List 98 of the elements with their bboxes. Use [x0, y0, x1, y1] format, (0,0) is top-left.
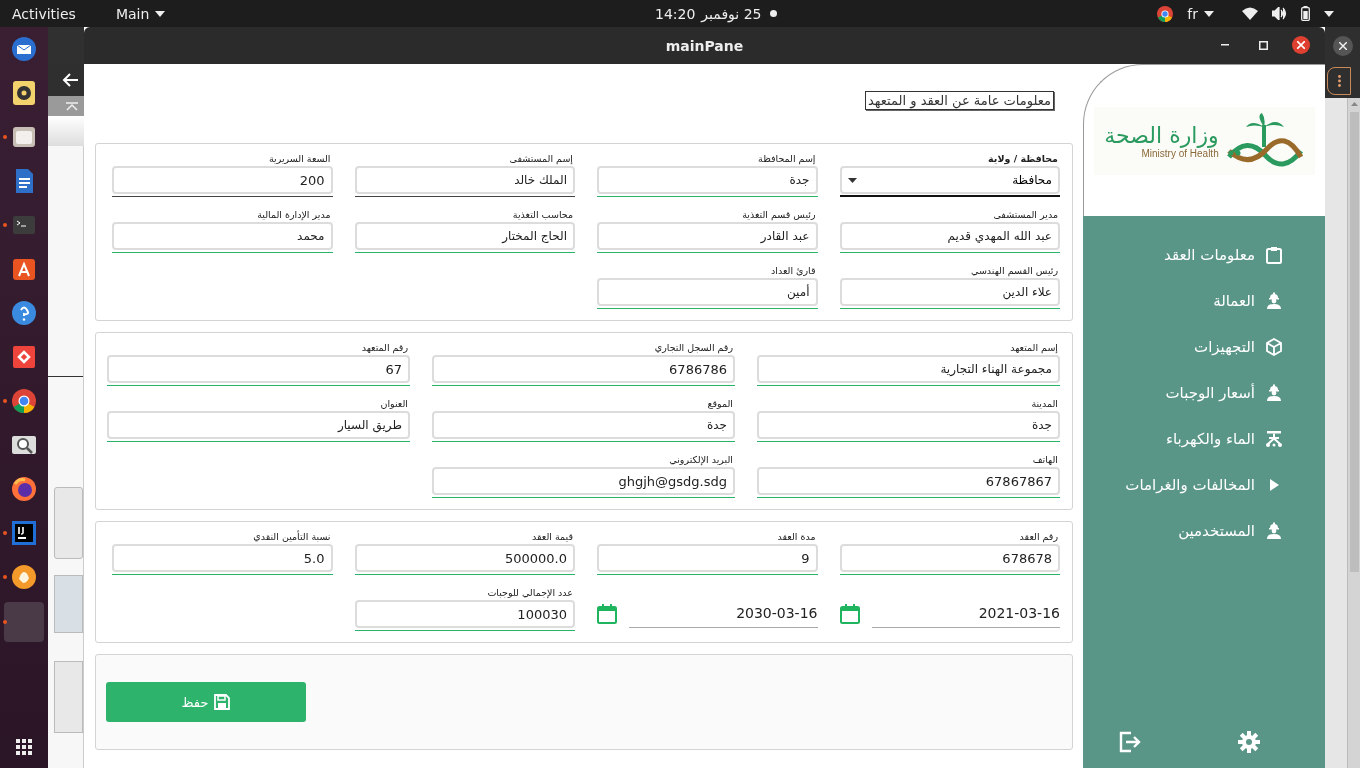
save-icon	[214, 694, 231, 710]
close-button[interactable]	[1292, 36, 1310, 54]
input-field[interactable]: جدة	[432, 411, 735, 439]
ide-icon[interactable]	[11, 520, 37, 546]
worker-icon	[1265, 522, 1283, 540]
panel	[54, 487, 83, 559]
help-icon[interactable]	[11, 300, 37, 326]
field-label: محافظة / ولاية	[988, 152, 1059, 166]
input-field[interactable]: عبد الله المهدي قديم	[839, 222, 1060, 250]
section-heading: معلومات عامة عن العقد و المتعهد	[865, 91, 1054, 110]
input-field[interactable]: 678678	[839, 544, 1060, 572]
date-field[interactable]: 2030-03-16	[629, 599, 818, 628]
store-icon[interactable]	[11, 256, 37, 282]
input-field[interactable]: علاء الدين	[839, 278, 1060, 306]
app-menu[interactable]: Main	[115, 5, 166, 22]
files-icon[interactable]	[11, 124, 37, 150]
field-label: البريد الإلكتروني	[669, 453, 734, 467]
battery-icon[interactable]	[1301, 6, 1310, 21]
close-icon	[1297, 41, 1305, 49]
field-label: العنوان	[380, 397, 409, 411]
field-label: رئيس القسم الهندسي	[970, 264, 1059, 278]
input-field[interactable]: طريق السيار	[107, 411, 410, 439]
more-icon	[1337, 75, 1341, 87]
music-icon[interactable]	[11, 80, 37, 106]
field-label: الهاتف	[1032, 453, 1059, 467]
input-field[interactable]: جدة	[597, 166, 818, 194]
input-field[interactable]: 67	[107, 355, 410, 383]
caret-icon	[155, 10, 166, 17]
input-field[interactable]: 200	[112, 166, 333, 194]
input-field[interactable]: 6786786	[432, 355, 735, 383]
field-label: عدد الإجمالي للوجبات	[487, 586, 574, 600]
settings-icon[interactable]	[1238, 731, 1260, 753]
logout-icon[interactable]	[1119, 731, 1141, 753]
input-field[interactable]: 500000.0	[354, 544, 575, 572]
network-icon	[1265, 430, 1283, 448]
notification-dot-icon	[769, 10, 777, 17]
box-icon	[1265, 338, 1283, 356]
input-field[interactable]: 9	[597, 544, 818, 572]
caret-icon	[1204, 10, 1214, 17]
field-label: إسم المستشفى	[509, 152, 574, 166]
input-field[interactable]: جدة	[757, 411, 1060, 439]
scrollbar[interactable]	[1347, 98, 1360, 768]
hand-icon[interactable]	[11, 564, 37, 590]
worker-icon	[1265, 384, 1283, 402]
field-label: مدة العقد	[777, 530, 817, 544]
select-field[interactable]: محافظة	[839, 166, 1060, 194]
calendar-icon[interactable]	[839, 603, 860, 624]
input-field[interactable]: الحاج المختار	[354, 222, 575, 250]
more-button[interactable]	[1327, 67, 1351, 95]
input-field[interactable]: محمد	[112, 222, 333, 250]
worker-icon	[1265, 292, 1283, 310]
input-field[interactable]: عبد القادر	[597, 222, 818, 250]
dropdown-icon	[847, 177, 857, 183]
clipboard-icon	[1265, 246, 1283, 264]
field-label: إسم المحافظة	[758, 152, 817, 166]
field-label: مدير المستشفى	[993, 208, 1059, 222]
field-label: نسبة التأمين النقدي	[253, 530, 332, 544]
remote-icon[interactable]	[11, 344, 37, 370]
activities-button[interactable]: Activities	[12, 5, 76, 22]
calendar-icon[interactable]	[597, 603, 617, 624]
input-field[interactable]: أمين	[597, 278, 818, 306]
field-label: رقم السجل التجاري	[654, 341, 734, 355]
field-label: رقم المتعهد	[361, 341, 409, 355]
input-field[interactable]: مجموعة الهناء التجارية	[757, 355, 1060, 383]
wifi-icon[interactable]	[1242, 7, 1258, 20]
field-label: الموقع	[707, 397, 734, 411]
field-label: رئيس قسم التغذية	[742, 208, 817, 222]
field-label: إسم المتعهد	[1010, 341, 1059, 355]
field-label: قيمة العقد	[532, 530, 574, 544]
volume-icon[interactable]	[1272, 7, 1287, 20]
input-field[interactable]: 67867867	[757, 467, 1060, 495]
chrome-icon[interactable]	[11, 388, 37, 414]
field-label: رقم العقد	[1019, 530, 1059, 544]
field-label: مدير الإدارة المالية	[257, 208, 332, 222]
chrome-icon[interactable]	[1157, 5, 1174, 22]
input-field[interactable]: 100030	[354, 600, 575, 628]
language-menu[interactable]: fr	[1187, 5, 1214, 22]
window-title: mainPane	[665, 37, 744, 54]
maximize-icon	[1258, 40, 1268, 50]
close-button[interactable]	[1332, 35, 1353, 56]
minimize-icon	[1221, 44, 1229, 46]
mail-icon[interactable]	[11, 36, 37, 62]
field-label: قارئ العداد	[771, 264, 817, 278]
field-label: السعة السريرية	[268, 152, 332, 166]
input-field[interactable]: الملك خالد	[354, 166, 575, 194]
field-label: المدينة	[1031, 397, 1059, 411]
header-strip	[48, 116, 84, 146]
input-field[interactable]: ghgjh@gsdg.sdg	[432, 467, 735, 495]
date-field[interactable]: 2021-03-16	[871, 599, 1060, 628]
back-arrow-icon[interactable]	[62, 73, 78, 87]
input-field[interactable]: 5.0	[112, 544, 333, 572]
panel	[54, 661, 83, 733]
app-grid-icon[interactable]	[16, 739, 32, 755]
close-icon	[1338, 41, 1347, 50]
caret-icon[interactable]	[1324, 10, 1334, 17]
panel	[54, 575, 83, 633]
field-label: محاسب التغذية	[512, 208, 574, 222]
firefox-icon[interactable]	[11, 476, 37, 502]
